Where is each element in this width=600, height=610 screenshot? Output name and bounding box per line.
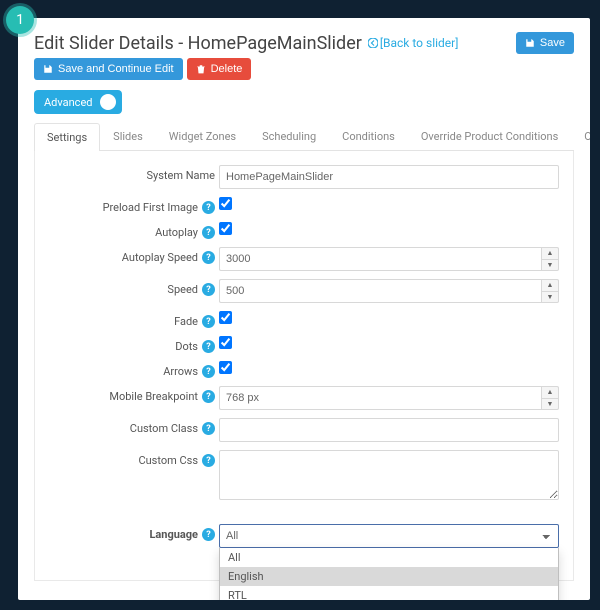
tab-bar: Settings Slides Widget Zones Scheduling … — [34, 122, 574, 151]
language-select[interactable]: All — [219, 524, 559, 548]
mobile-breakpoint-down[interactable]: ▼ — [541, 398, 559, 410]
help-icon[interactable]: ? — [202, 315, 215, 328]
mobile-breakpoint-up[interactable]: ▲ — [541, 386, 559, 398]
arrows-label: Arrows? — [49, 361, 219, 378]
autoplay-speed-input[interactable] — [219, 247, 541, 271]
language-option-english[interactable]: English — [220, 567, 558, 586]
delete-button-label: Delete — [211, 63, 243, 75]
help-icon[interactable]: ? — [202, 283, 215, 296]
help-icon[interactable]: ? — [202, 226, 215, 239]
advanced-toggle-label: Advanced — [44, 96, 92, 109]
custom-css-input[interactable] — [219, 450, 559, 500]
tab-slides[interactable]: Slides — [100, 122, 156, 150]
tab-settings-body: System Name Preload First Image? Autopla… — [34, 151, 574, 581]
tab-override-product[interactable]: Override Product Conditions — [408, 122, 571, 150]
autoplay-label: Autoplay? — [49, 222, 219, 239]
main-panel: Edit Slider Details - HomePageMainSlider… — [18, 18, 590, 600]
mobile-breakpoint-input[interactable] — [219, 386, 541, 410]
custom-css-label: Custom Css? — [49, 450, 219, 467]
tab-widget-zones[interactable]: Widget Zones — [156, 122, 249, 150]
help-icon[interactable]: ? — [202, 454, 215, 467]
back-link-text: [Back to slider] — [380, 36, 459, 50]
preload-label: Preload First Image? — [49, 197, 219, 214]
page-title: Edit Slider Details - HomePageMainSlider — [34, 33, 362, 54]
language-dropdown-list: All English RTL — [219, 548, 559, 600]
help-icon[interactable]: ? — [202, 390, 215, 403]
back-arrow-icon — [368, 38, 378, 48]
help-icon[interactable]: ? — [202, 201, 215, 214]
help-icon[interactable]: ? — [202, 365, 215, 378]
speed-down[interactable]: ▼ — [541, 291, 559, 303]
language-option-all[interactable]: All — [220, 548, 558, 567]
tab-scheduling[interactable]: Scheduling — [249, 122, 329, 150]
tab-conditions[interactable]: Conditions — [329, 122, 408, 150]
system-name-input[interactable] — [219, 165, 559, 189]
tab-settings[interactable]: Settings — [34, 123, 100, 151]
speed-label: Speed? — [49, 279, 219, 296]
arrows-checkbox[interactable] — [219, 361, 232, 374]
mobile-breakpoint-label: Mobile Breakpoint? — [49, 386, 219, 403]
fade-label: Fade? — [49, 311, 219, 328]
save-continue-button-label: Save and Continue Edit — [58, 63, 174, 75]
fade-checkbox[interactable] — [219, 311, 232, 324]
custom-class-label: Custom Class? — [49, 418, 219, 435]
toggle-switch-icon — [100, 94, 116, 110]
save-icon — [43, 64, 53, 74]
save-continue-button[interactable]: Save and Continue Edit — [34, 58, 183, 80]
help-icon[interactable]: ? — [202, 340, 215, 353]
language-option-rtl[interactable]: RTL — [220, 586, 558, 600]
speed-input[interactable] — [219, 279, 541, 303]
custom-class-input[interactable] — [219, 418, 559, 442]
save-button-label: Save — [540, 37, 565, 49]
autoplay-speed-down[interactable]: ▼ — [541, 259, 559, 271]
tab-override-customer[interactable]: Override Customer Conditions — [571, 122, 590, 150]
save-icon — [525, 38, 535, 48]
dots-label: Dots? — [49, 336, 219, 353]
autoplay-speed-label: Autoplay Speed? — [49, 247, 219, 264]
back-to-slider-link[interactable]: [Back to slider] — [368, 36, 459, 50]
help-icon[interactable]: ? — [202, 422, 215, 435]
save-button[interactable]: Save — [516, 32, 574, 54]
help-icon[interactable]: ? — [202, 528, 215, 541]
autoplay-checkbox[interactable] — [219, 222, 232, 235]
speed-up[interactable]: ▲ — [541, 279, 559, 291]
dots-checkbox[interactable] — [219, 336, 232, 349]
header: Edit Slider Details - HomePageMainSlider… — [34, 32, 574, 80]
system-name-label: System Name — [49, 165, 219, 182]
delete-button[interactable]: Delete — [187, 58, 252, 80]
advanced-toggle[interactable]: Advanced — [34, 90, 122, 114]
autoplay-speed-up[interactable]: ▲ — [541, 247, 559, 259]
step-badge: 1 — [6, 6, 34, 34]
help-icon[interactable]: ? — [202, 251, 215, 264]
preload-checkbox[interactable] — [219, 197, 232, 210]
language-label: Language? — [49, 524, 219, 541]
trash-icon — [196, 64, 206, 74]
